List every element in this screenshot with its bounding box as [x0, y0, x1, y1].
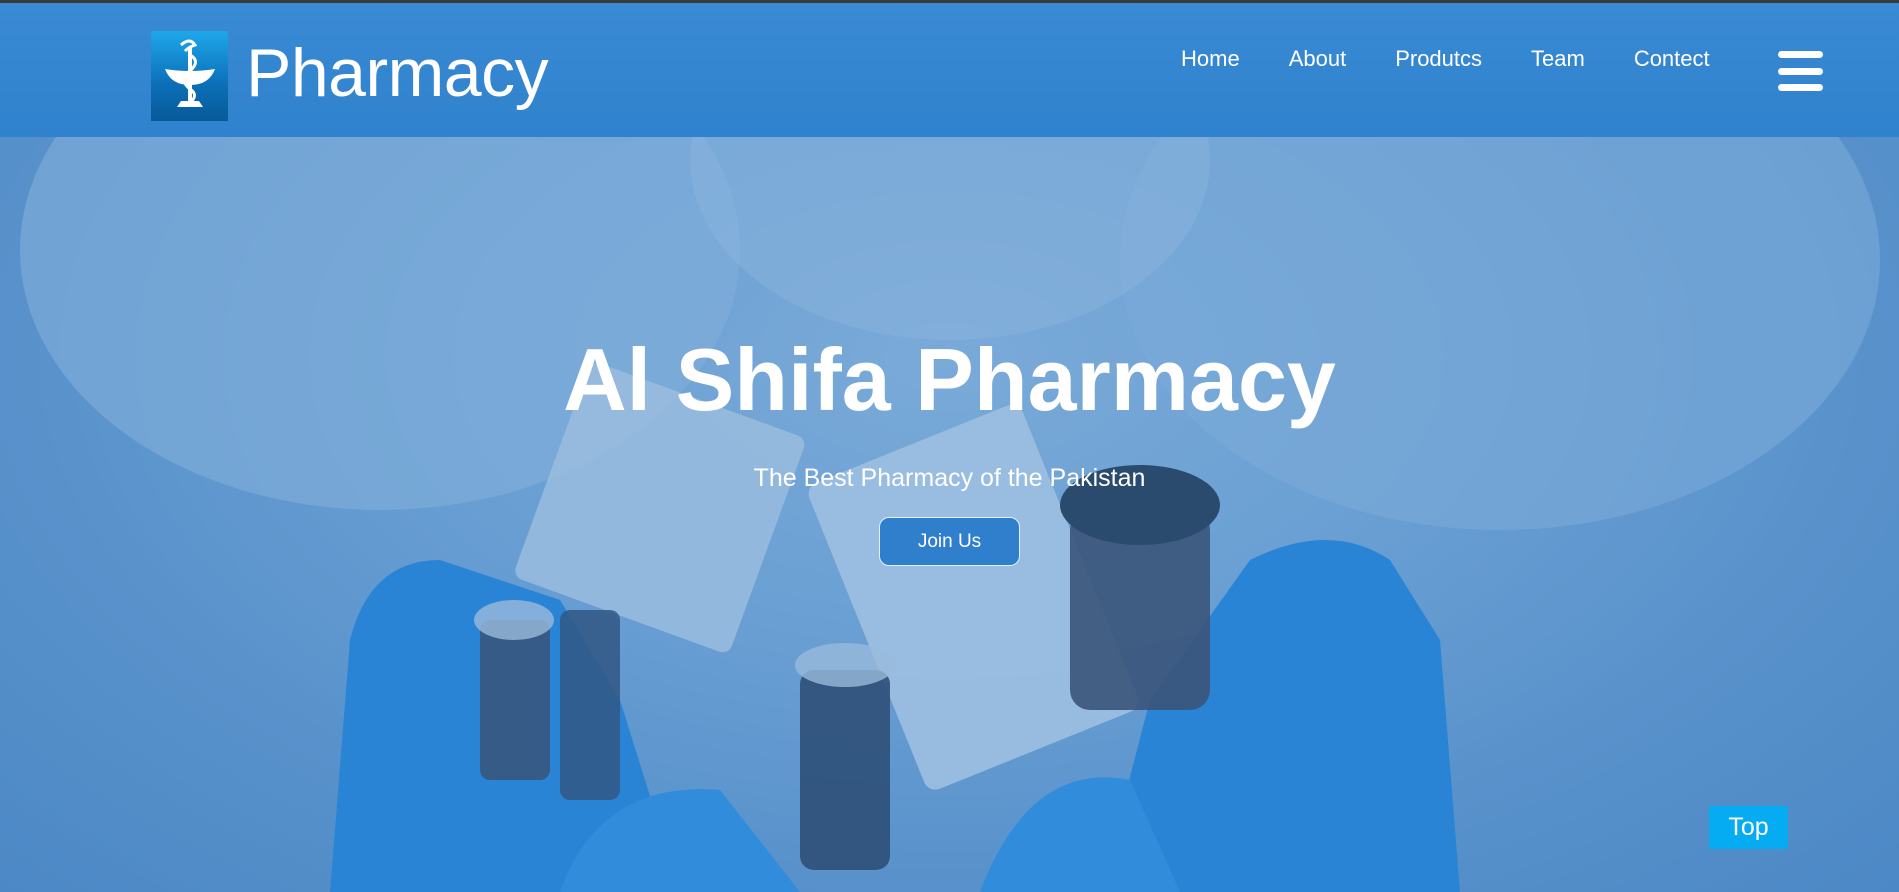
hero-subtitle: The Best Pharmacy of the Pakistan [753, 464, 1146, 492]
menu-bar [1778, 51, 1823, 58]
nav-home[interactable]: Home [1181, 43, 1240, 75]
hero-title: Al Shifa Pharmacy [563, 330, 1336, 429]
hamburger-menu-icon[interactable] [1778, 51, 1823, 91]
logo-glyph [164, 39, 215, 107]
menu-bar [1778, 84, 1823, 91]
nav-products[interactable]: Produtcs [1395, 43, 1482, 75]
join-us-button[interactable]: Join Us [879, 517, 1020, 566]
nav-contact[interactable]: Contect [1634, 43, 1710, 75]
nav-team[interactable]: Team [1531, 43, 1585, 75]
bowl-of-hygieia-icon[interactable] [151, 31, 228, 121]
site-header: Pharmacy Home About Produtcs Team Contec… [0, 3, 1899, 137]
top-border [0, 0, 1899, 3]
page: Pharmacy Home About Produtcs Team Contec… [0, 0, 1899, 892]
nav-about[interactable]: About [1289, 43, 1347, 75]
scroll-top-button[interactable]: Top [1709, 806, 1788, 849]
brand-name[interactable]: Pharmacy [246, 33, 549, 113]
menu-bar [1778, 67, 1823, 75]
main-nav: Home About Produtcs Team Contect [1160, 43, 1759, 75]
